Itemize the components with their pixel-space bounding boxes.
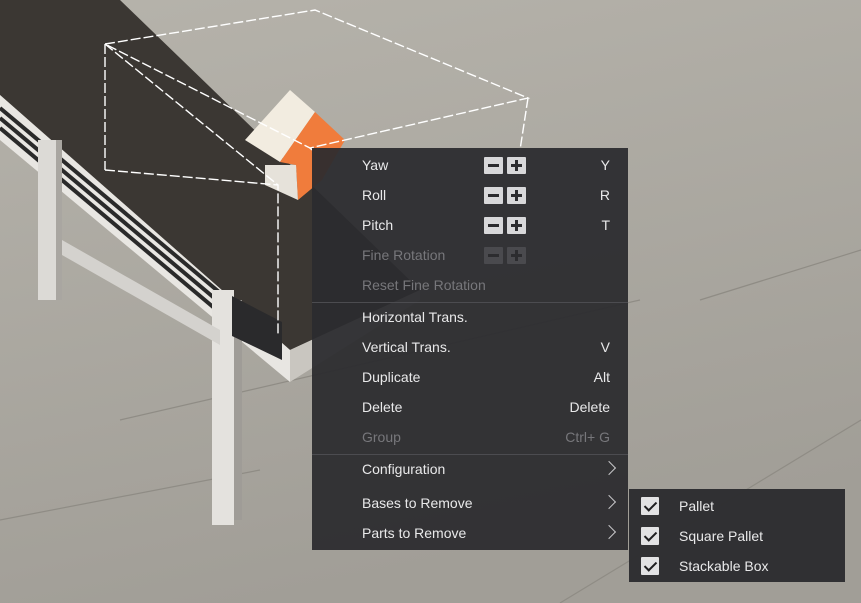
menu-item-label: Roll <box>362 187 387 203</box>
menu-item-label: Parts to Remove <box>362 525 467 541</box>
submenu-item-label: Pallet <box>679 498 715 514</box>
menu-item-label: Horizontal Trans. <box>362 309 468 325</box>
fine-rotation-increase-button <box>507 247 526 264</box>
menu-item-shortcut: V <box>600 339 610 355</box>
menu-item-fine-rotation: Fine Rotation <box>312 240 628 270</box>
menu-item-parts-to-remove[interactable]: Parts to Remove <box>312 518 628 548</box>
bases-to-remove-submenu: Pallet Square Pallet Stackable Box <box>629 489 845 582</box>
chevron-right-icon <box>601 460 617 476</box>
menu-item-vertical-trans[interactable]: Vertical Trans. V <box>312 332 628 362</box>
menu-item-shortcut: Y <box>600 157 610 173</box>
menu-item-delete[interactable]: Delete Delete <box>312 392 628 422</box>
menu-item-shortcut: Alt <box>593 369 610 385</box>
menu-item-shortcut: T <box>601 217 610 233</box>
menu-item-group: Group Ctrl+ G <box>312 422 628 452</box>
menu-item-shortcut: Ctrl+ G <box>565 429 610 445</box>
menu-item-bases-to-remove[interactable]: Bases to Remove <box>312 488 628 518</box>
fine-rotation-stepper <box>484 247 526 264</box>
roll-decrease-button[interactable] <box>484 187 503 204</box>
menu-item-label: Group <box>362 429 401 445</box>
menu-item-duplicate[interactable]: Duplicate Alt <box>312 362 628 392</box>
fine-rotation-decrease-button <box>484 247 503 264</box>
menu-item-label: Fine Rotation <box>362 247 446 263</box>
menu-item-horizontal-trans[interactable]: Horizontal Trans. <box>312 302 628 332</box>
menu-item-shortcut: R <box>599 187 610 203</box>
menu-item-pitch[interactable]: Pitch T <box>312 210 628 240</box>
menu-item-configuration[interactable]: Configuration <box>312 454 628 484</box>
chevron-right-icon <box>601 524 617 540</box>
menu-item-label: Duplicate <box>362 369 421 385</box>
submenu-item-stackable-box[interactable]: Stackable Box <box>629 551 845 581</box>
menu-item-reset-fine-rotation: Reset Fine Rotation <box>312 270 628 300</box>
menu-item-label: Delete <box>362 399 403 415</box>
pitch-increase-button[interactable] <box>507 217 526 234</box>
menu-item-label: Bases to Remove <box>362 495 473 511</box>
roll-stepper <box>484 187 526 204</box>
menu-item-label: Yaw <box>362 157 389 173</box>
yaw-increase-button[interactable] <box>507 157 526 174</box>
menu-item-label: Pitch <box>362 217 394 233</box>
context-menu: Yaw Y Roll R Pitch T Fine Rotation Reset… <box>312 148 628 550</box>
submenu-item-square-pallet[interactable]: Square Pallet <box>629 521 845 551</box>
menu-item-label: Reset Fine Rotation <box>362 277 486 293</box>
chevron-right-icon <box>601 494 617 510</box>
menu-item-shortcut: Delete <box>569 399 610 415</box>
menu-item-label: Vertical Trans. <box>362 339 451 355</box>
submenu-item-label: Stackable Box <box>679 558 769 574</box>
yaw-decrease-button[interactable] <box>484 157 503 174</box>
check-icon[interactable] <box>641 497 659 515</box>
yaw-stepper <box>484 157 526 174</box>
menu-item-label: Configuration <box>362 461 446 477</box>
menu-item-yaw[interactable]: Yaw Y <box>312 150 628 180</box>
pitch-decrease-button[interactable] <box>484 217 503 234</box>
check-icon[interactable] <box>641 527 659 545</box>
pitch-stepper <box>484 217 526 234</box>
roll-increase-button[interactable] <box>507 187 526 204</box>
submenu-item-pallet[interactable]: Pallet <box>629 491 845 521</box>
submenu-item-label: Square Pallet <box>679 528 764 544</box>
menu-item-roll[interactable]: Roll R <box>312 180 628 210</box>
check-icon[interactable] <box>641 557 659 575</box>
